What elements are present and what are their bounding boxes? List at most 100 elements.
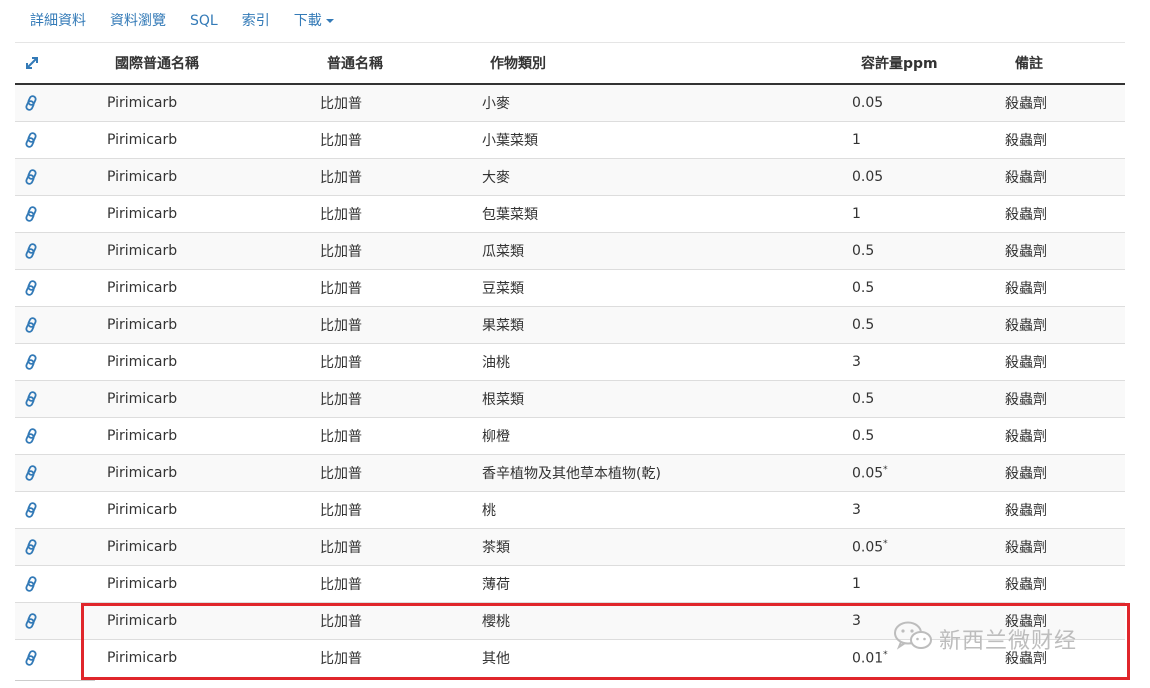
table-row: Pirimicarb 比加普 柳橙 0.5 殺蟲劑 bbox=[15, 417, 1125, 455]
link-icon[interactable] bbox=[24, 650, 85, 666]
link-icon[interactable] bbox=[24, 132, 85, 148]
column-header-ppm[interactable]: 容許量ppm bbox=[820, 43, 1005, 85]
cell-ppm: 1 bbox=[820, 195, 1005, 233]
cell-ppm: 0.5 bbox=[820, 269, 1005, 307]
row-link-cell bbox=[15, 232, 85, 270]
cell-crop: 小麥 bbox=[460, 83, 820, 122]
row-link-cell bbox=[15, 343, 85, 381]
cell-note: 殺蟲劑 bbox=[1005, 565, 1125, 603]
row-link-cell bbox=[15, 158, 85, 196]
cell-name: 比加普 bbox=[298, 565, 460, 603]
watermark: 新西兰微财经 bbox=[893, 620, 1077, 658]
column-header-note[interactable]: 備註 bbox=[1005, 43, 1125, 85]
watermark-text: 新西兰微财经 bbox=[939, 629, 1078, 654]
cell-intl-name: Pirimicarb bbox=[85, 528, 298, 566]
cell-intl-name: Pirimicarb bbox=[85, 454, 298, 492]
cell-ppm: 0.05 bbox=[820, 158, 1005, 196]
tab-browse[interactable]: 資料瀏覽 bbox=[98, 0, 178, 42]
cell-crop: 柳橙 bbox=[460, 417, 820, 455]
link-icon[interactable] bbox=[24, 391, 85, 407]
bottom-divider bbox=[15, 680, 95, 681]
link-icon[interactable] bbox=[24, 280, 85, 296]
table-header-row: 國際普通名稱 普通名稱 作物類別 容許量ppm 備註 bbox=[15, 43, 1125, 85]
cell-note: 殺蟲劑 bbox=[1005, 454, 1125, 492]
row-link-cell bbox=[15, 195, 85, 233]
cell-ppm: 1 bbox=[820, 565, 1005, 603]
cell-ppm: 0.05* bbox=[820, 528, 1005, 566]
table-row: Pirimicarb 比加普 香辛植物及其他草本植物(乾) 0.05* 殺蟲劑 bbox=[15, 454, 1125, 492]
cell-name: 比加普 bbox=[298, 269, 460, 307]
tab-sql[interactable]: SQL bbox=[178, 0, 230, 42]
row-link-cell bbox=[15, 269, 85, 307]
cell-name: 比加普 bbox=[298, 343, 460, 381]
link-icon[interactable] bbox=[24, 317, 85, 333]
link-icon[interactable] bbox=[24, 428, 85, 444]
cell-ppm: 0.5 bbox=[820, 417, 1005, 455]
tab-index[interactable]: 索引 bbox=[230, 0, 282, 42]
column-header-name[interactable]: 普通名稱 bbox=[298, 43, 460, 85]
cell-note: 殺蟲劑 bbox=[1005, 121, 1125, 159]
cell-ppm: 0.5 bbox=[820, 306, 1005, 344]
cell-name: 比加普 bbox=[298, 232, 460, 270]
row-link-cell bbox=[15, 454, 85, 492]
cell-intl-name: Pirimicarb bbox=[85, 306, 298, 344]
cell-name: 比加普 bbox=[298, 602, 460, 640]
column-header-intl-name[interactable]: 國際普通名稱 bbox=[85, 43, 298, 85]
cell-note: 殺蟲劑 bbox=[1005, 380, 1125, 418]
cell-ppm: 0.05* bbox=[820, 454, 1005, 492]
link-icon[interactable] bbox=[24, 206, 85, 222]
cell-note: 殺蟲劑 bbox=[1005, 528, 1125, 566]
table-row: Pirimicarb 比加普桃 3 殺蟲劑 bbox=[15, 491, 1125, 529]
link-icon[interactable] bbox=[24, 465, 85, 481]
cell-name: 比加普 bbox=[298, 306, 460, 344]
expand-icon[interactable] bbox=[24, 55, 85, 71]
table-row: Pirimicarb 比加普 瓜菜類 0.5 殺蟲劑 bbox=[15, 232, 1125, 270]
cell-intl-name: Pirimicarb bbox=[85, 83, 298, 122]
cell-name: 比加普 bbox=[298, 491, 460, 529]
table-row: Pirimicarb 比加普 果菜類 0.5 殺蟲劑 bbox=[15, 306, 1125, 344]
data-table: 國際普通名稱 普通名稱 作物類別 容許量ppm 備註 Pirimicarb 比加普… bbox=[15, 43, 1125, 676]
row-link-cell bbox=[15, 417, 85, 455]
link-icon[interactable] bbox=[24, 576, 85, 592]
cell-crop: 桃 bbox=[460, 491, 820, 529]
cell-name: 比加普 bbox=[298, 121, 460, 159]
link-icon[interactable] bbox=[24, 243, 85, 259]
cell-intl-name: Pirimicarb bbox=[85, 232, 298, 270]
cell-ppm: 0.5 bbox=[820, 380, 1005, 418]
cell-crop: 其他 bbox=[460, 639, 820, 676]
cell-name: 比加普 bbox=[298, 454, 460, 492]
cell-ppm: 3 bbox=[820, 491, 1005, 529]
link-icon[interactable] bbox=[24, 539, 85, 555]
link-icon[interactable] bbox=[24, 95, 85, 111]
cell-intl-name: Pirimicarb bbox=[85, 380, 298, 418]
link-icon[interactable] bbox=[24, 502, 85, 518]
cell-crop: 香辛植物及其他草本植物(乾) bbox=[460, 454, 820, 492]
cell-name: 比加普 bbox=[298, 195, 460, 233]
column-header-crop[interactable]: 作物類別 bbox=[460, 43, 820, 85]
nav-tabs: 詳細資料 資料瀏覽 SQL 索引 下載 bbox=[18, 0, 346, 42]
tab-download-dropdown[interactable]: 下載 bbox=[282, 0, 346, 42]
cell-intl-name: Pirimicarb bbox=[85, 491, 298, 529]
link-icon[interactable] bbox=[24, 169, 85, 185]
tab-details[interactable]: 詳細資料 bbox=[18, 0, 98, 42]
table-row: Pirimicarb 比加普 小葉菜類 1 殺蟲劑 bbox=[15, 121, 1125, 159]
table-row: Pirimicarb 比加普 小麥 0.05 殺蟲劑 bbox=[15, 83, 1125, 122]
link-icon[interactable] bbox=[24, 613, 85, 629]
cell-intl-name: Pirimicarb bbox=[85, 269, 298, 307]
cell-intl-name: Pirimicarb bbox=[85, 602, 298, 640]
cell-note: 殺蟲劑 bbox=[1005, 343, 1125, 381]
cell-note: 殺蟲劑 bbox=[1005, 232, 1125, 270]
cell-note: 殺蟲劑 bbox=[1005, 491, 1125, 529]
table-row: Pirimicarb 比加普 薄荷 1 殺蟲劑 bbox=[15, 565, 1125, 603]
row-link-cell bbox=[15, 602, 85, 640]
table-row: Pirimicarb 比加普 包葉菜類 1 殺蟲劑 bbox=[15, 195, 1125, 233]
cell-intl-name: Pirimicarb bbox=[85, 158, 298, 196]
link-icon[interactable] bbox=[24, 354, 85, 370]
cell-intl-name: Pirimicarb bbox=[85, 417, 298, 455]
cell-crop: 包葉菜類 bbox=[460, 195, 820, 233]
row-link-cell bbox=[15, 565, 85, 603]
cell-ppm: 0.5 bbox=[820, 232, 1005, 270]
cell-crop: 櫻桃 bbox=[460, 602, 820, 640]
table-row: Pirimicarb 比加普 茶類 0.05* 殺蟲劑 bbox=[15, 528, 1125, 566]
cell-ppm: 1 bbox=[820, 121, 1005, 159]
